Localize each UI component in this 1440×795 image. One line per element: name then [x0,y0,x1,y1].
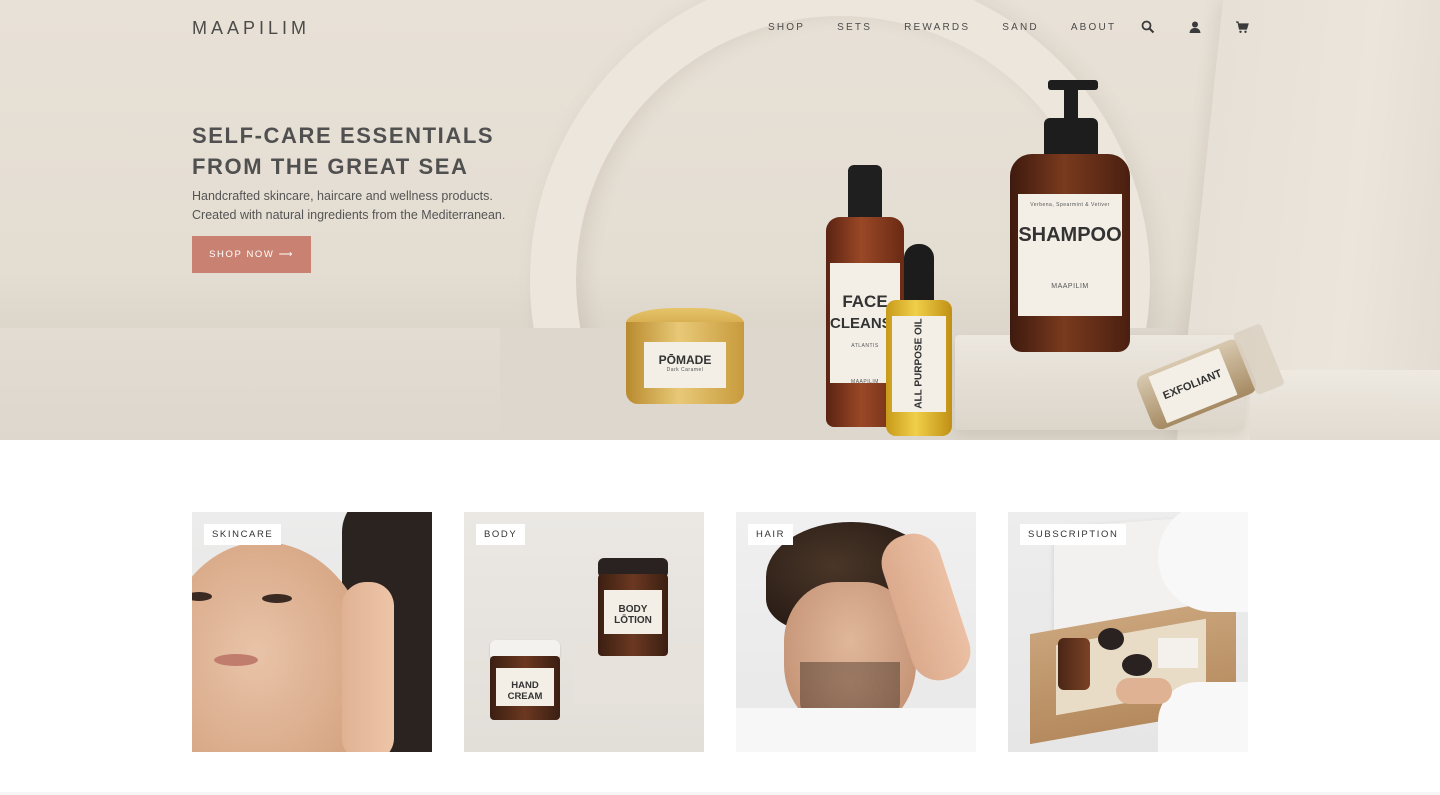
nav-link-sets[interactable]: SETS [837,22,872,33]
body-image: BODY LŌTION HAND CREAM [464,512,704,752]
nav-link-shop[interactable]: SHOP [768,22,805,33]
hero-title: SELF-CARE ESSENTIALS FROM THE GREAT SEA [192,123,495,179]
account-icon[interactable] [1188,20,1202,34]
nav-link-rewards[interactable]: REWARDS [904,22,970,33]
category-grid: SKINCARE BODY LŌTION HAND CREAM BODY HAI… [192,512,1248,752]
product-shampoo[interactable]: Verbena, Spearmint & Vetiver SHAMPOO MAA… [1010,80,1130,352]
subscription-image [1008,512,1248,752]
shop-now-button[interactable]: SHOP NOW ⟶ [192,236,311,273]
nav-links: SHOP SETS REWARDS SAND ABOUT [768,22,1148,33]
hair-image [736,512,976,752]
product-all-purpose-oil[interactable]: ALL PURPOSE OIL [886,244,952,436]
category-card-hair[interactable]: HAIR [736,512,976,752]
skincare-image [192,512,432,752]
category-tag-skincare: SKINCARE [204,524,282,545]
product-pomade[interactable]: PŌMADE Dark Caramel [626,308,744,410]
category-card-subscription[interactable]: SUBSCRIPTION [1008,512,1248,752]
cart-icon[interactable] [1235,20,1249,34]
category-tag-body: BODY [476,524,526,545]
category-card-body[interactable]: BODY LŌTION HAND CREAM BODY [464,512,704,752]
category-card-skincare[interactable]: SKINCARE [192,512,432,752]
category-tag-hair: HAIR [748,524,794,545]
nav-link-sand[interactable]: SAND [1002,22,1039,33]
brand-logo[interactable]: MAAPILIM [192,18,310,39]
top-navigation: MAAPILIM SHOP SETS REWARDS SAND ABOUT [0,0,1440,56]
category-tag-subscription: SUBSCRIPTION [1020,524,1127,545]
search-icon[interactable] [1141,20,1155,34]
hero-subtitle: Handcrafted skincare, haircare and welln… [192,189,506,222]
nav-link-about[interactable]: ABOUT [1071,22,1116,33]
